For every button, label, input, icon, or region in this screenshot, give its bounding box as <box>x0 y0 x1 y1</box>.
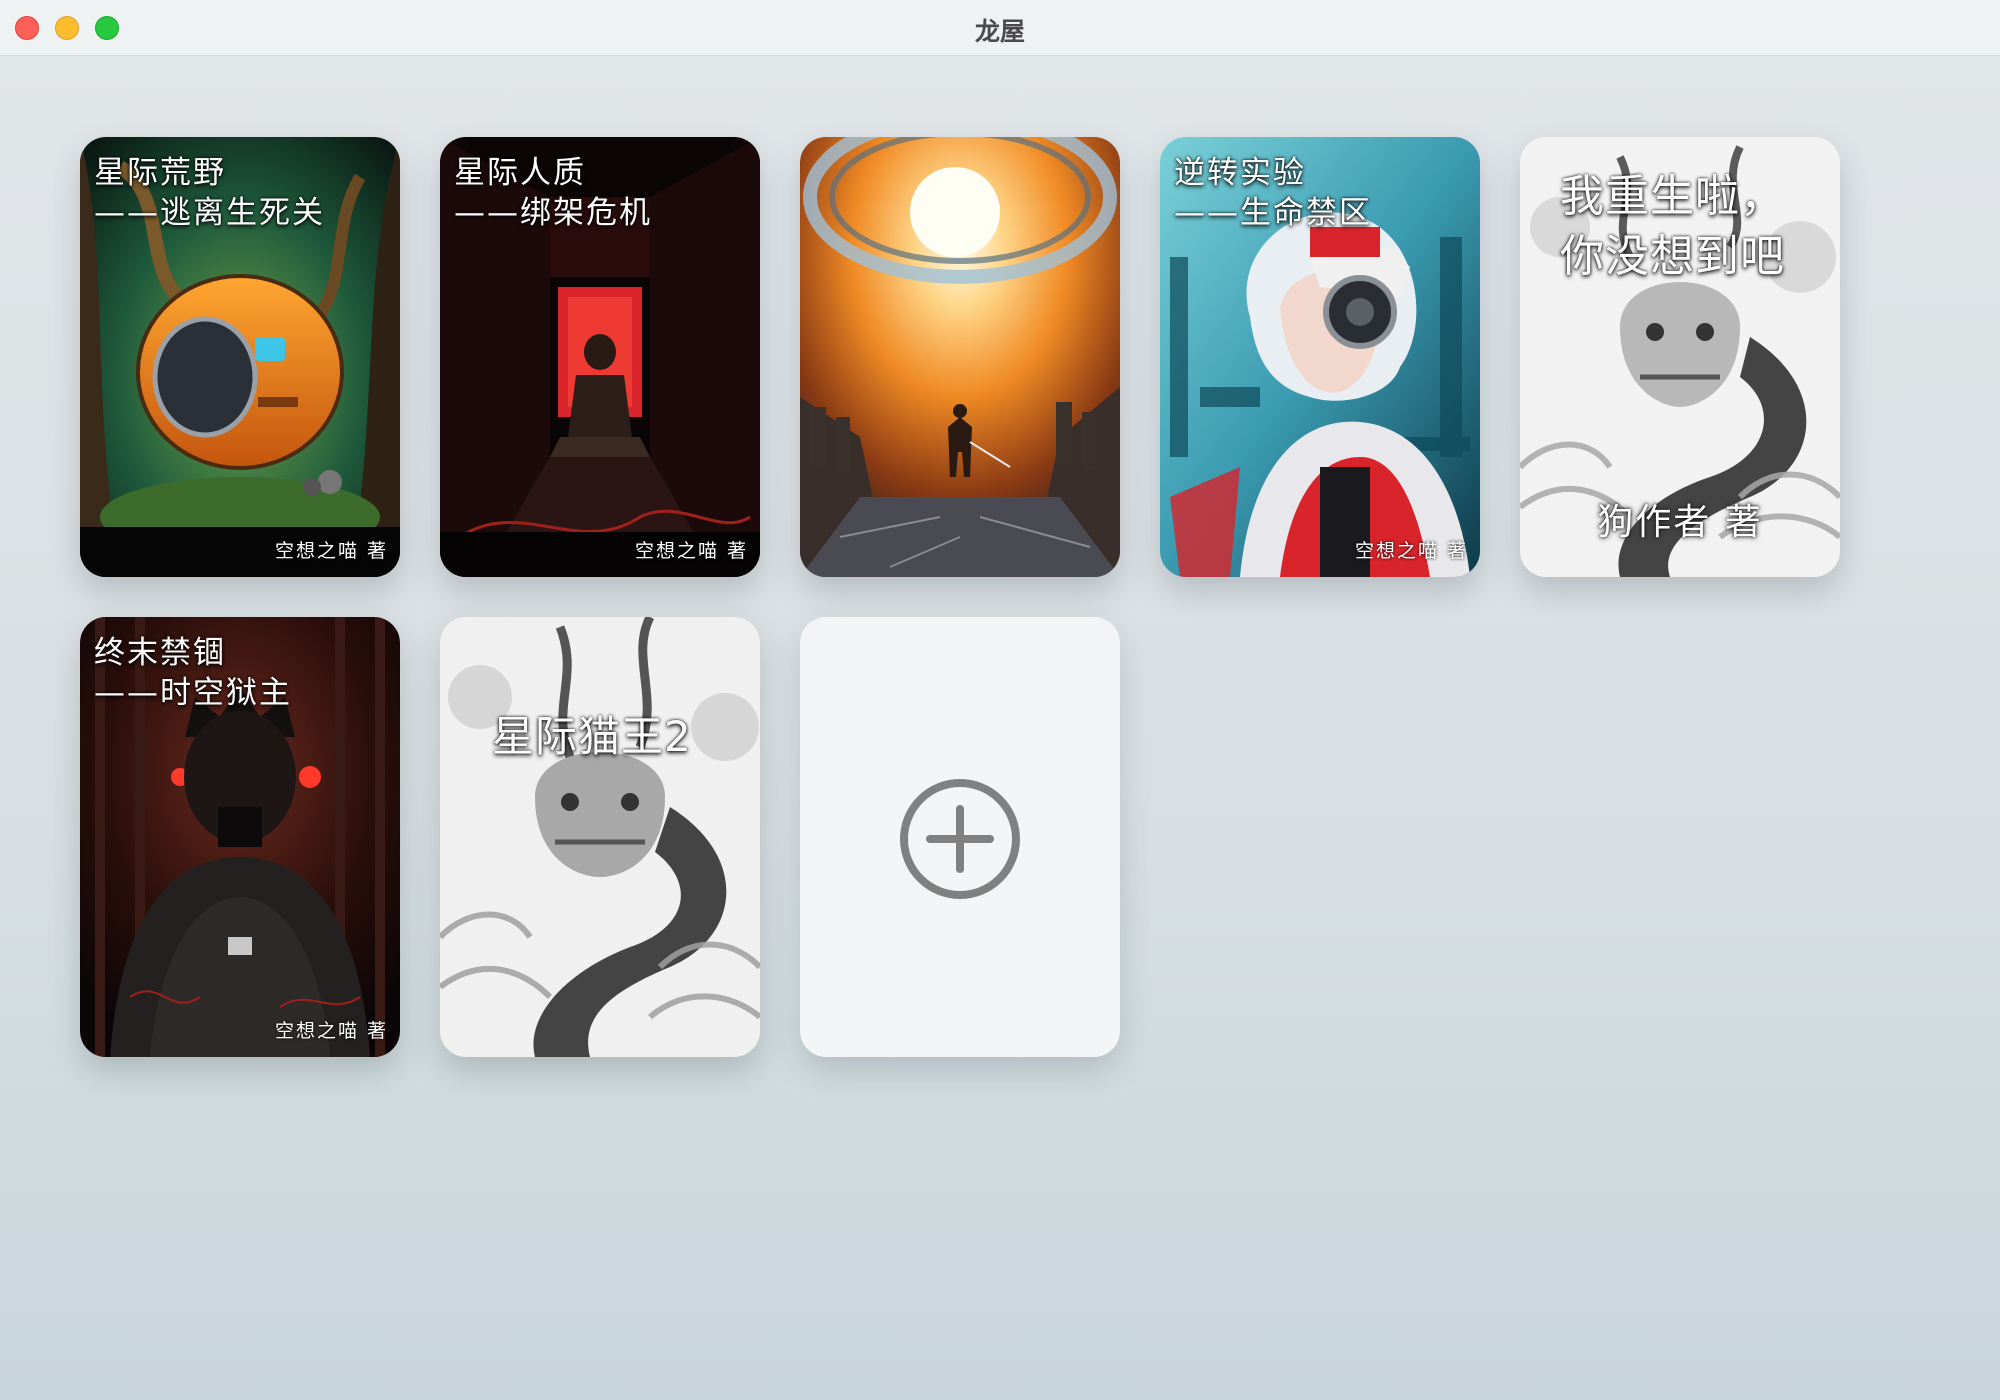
title-bar: 龙屋 <box>0 0 2000 56</box>
book-title: 我重生啦， 你没想到吧 <box>1560 171 1785 282</box>
book-title: 星际人质 ——绑架危机 <box>454 155 652 231</box>
book-author: 狗作者 著 <box>1597 502 1763 543</box>
book-cover-art <box>800 137 1120 577</box>
book-title: 逆转实验 ——生命禁区 <box>1174 155 1372 231</box>
book-card[interactable]: 星际猫王2 <box>440 617 760 1057</box>
book-card[interactable] <box>800 137 1120 577</box>
book-card[interactable]: 星际荒野 ——逃离生死关 空想之喵 著 <box>80 137 400 577</box>
book-title: 星际猫王2 <box>492 712 692 761</box>
book-card[interactable]: 终末禁锢 ——时空狱主 空想之喵 著 <box>80 617 400 1057</box>
book-card[interactable]: 我重生啦， 你没想到吧 狗作者 著 <box>1520 137 1840 577</box>
app-window: 龙屋 星际荒野 ——逃离生死关 空想之喵 著 星际人质 ——绑架危机 空想之喵 … <box>0 0 2000 1400</box>
plus-circle-icon <box>900 779 1020 899</box>
book-author: 空想之喵 著 <box>1354 540 1468 562</box>
window-title: 龙屋 <box>974 17 1025 46</box>
book-card[interactable]: 逆转实验 ——生命禁区 空想之喵 著 <box>1160 137 1480 577</box>
book-author: 空想之喵 著 <box>274 1020 388 1042</box>
book-author: 空想之喵 著 <box>274 540 388 562</box>
book-author: 空想之喵 著 <box>634 540 748 562</box>
book-card[interactable]: 星际人质 ——绑架危机 空想之喵 著 <box>440 137 760 577</box>
book-title: 终末禁锢 ——时空狱主 <box>94 635 292 711</box>
book-title: 星际荒野 ——逃离生死关 <box>94 155 325 231</box>
add-book-button[interactable] <box>800 617 1120 1057</box>
book-cover-art <box>440 617 760 1057</box>
